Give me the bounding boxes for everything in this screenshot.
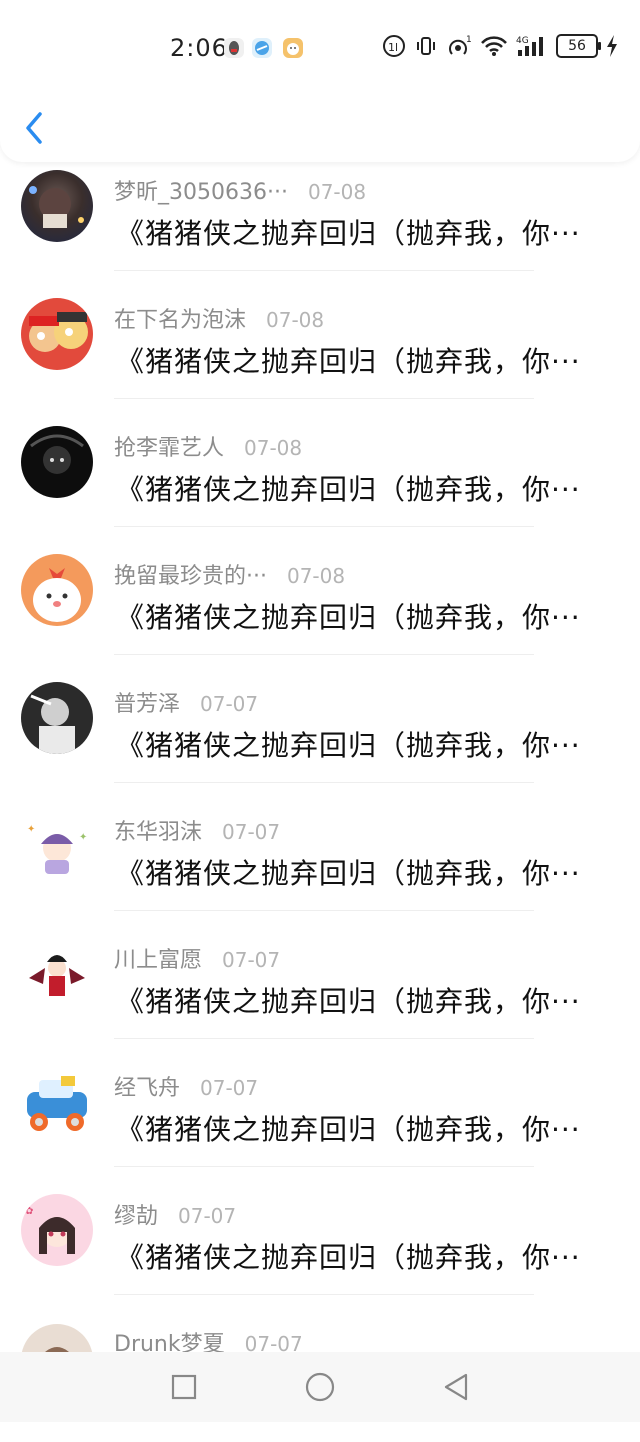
recent-apps-button[interactable]: [164, 1367, 204, 1407]
hotspot-icon: 1: [446, 34, 472, 58]
message-text: 《猪猪侠之抛弃回归（抛弃我，你···: [116, 985, 581, 1018]
divider: [114, 270, 534, 271]
message-text: 《猪猪侠之抛弃回归（抛弃我，你···: [116, 473, 581, 506]
avatar[interactable]: ✦ ✦: [21, 810, 93, 882]
back-button[interactable]: [20, 108, 50, 148]
post-date: 07-07: [222, 820, 281, 844]
divider: [114, 910, 534, 911]
list-item[interactable]: ✿ 缪劼 07-07 《猪猪侠之抛弃回归（抛弃我，你···: [0, 1186, 640, 1314]
divider: [114, 526, 534, 527]
author-name: 梦昕_3050636···: [114, 180, 288, 205]
divider: [114, 1038, 534, 1039]
list-item[interactable]: 普芳泽 07-07 《猪猪侠之抛弃回归（抛弃我，你···: [0, 674, 640, 802]
author-name: 普芳泽: [114, 692, 181, 717]
post-date: 07-07: [178, 1204, 237, 1228]
top-bar: 2:06 1l 1 4G 56: [0, 0, 640, 162]
author-name: 东华羽沫: [114, 820, 203, 845]
avatar[interactable]: [21, 426, 93, 498]
item-meta: 抢李霏艺人 07-08: [114, 430, 302, 462]
svg-text:✿: ✿: [25, 1206, 33, 1217]
author-name: 抢李霏艺人: [114, 436, 225, 461]
circle-icon: [305, 1372, 335, 1402]
system-back-button[interactable]: [436, 1367, 476, 1407]
svg-text:1l: 1l: [388, 41, 398, 54]
item-meta: 普芳泽 07-07: [114, 686, 258, 718]
hd-call-icon: 1l: [382, 34, 406, 58]
post-date: 07-07: [222, 948, 281, 972]
item-meta: 经飞舟 07-07: [114, 1070, 258, 1102]
list-item[interactable]: 挽留最珍贵的··· 07-08 《猪猪侠之抛弃回归（抛弃我，你···: [0, 546, 640, 674]
item-meta: 川上富愿 07-07: [114, 942, 280, 974]
author-name: 在下名为泡沫: [114, 308, 247, 333]
message-text: 《猪猪侠之抛弃回归（抛弃我，你···: [116, 1113, 581, 1146]
status-bar: 2:06 1l 1 4G 56: [0, 28, 640, 68]
item-meta: 在下名为泡沫 07-08: [114, 302, 324, 334]
clock: 2:06: [170, 34, 228, 62]
list-item[interactable]: 在下名为泡沫 07-08 《猪猪侠之抛弃回归（抛弃我，你···: [0, 290, 640, 418]
vibrate-icon: [414, 34, 438, 58]
browser-notification-icon: [252, 38, 272, 58]
avatar[interactable]: ✿: [21, 1194, 93, 1266]
author-name: 川上富愿: [114, 948, 203, 973]
triangle-back-icon: [444, 1373, 468, 1401]
message-text: 《猪猪侠之抛弃回归（抛弃我，你···: [116, 601, 581, 634]
system-nav-bar: [0, 1352, 640, 1422]
post-date: 07-07: [200, 692, 259, 716]
divider: [114, 1166, 534, 1167]
avatar[interactable]: [21, 554, 93, 626]
svg-text:✦: ✦: [79, 832, 87, 843]
svg-text:✦: ✦: [27, 824, 35, 835]
avatar[interactable]: [21, 1066, 93, 1138]
app-notification-icon: [224, 38, 244, 58]
wifi-icon: [480, 34, 508, 58]
cellular-signal-icon: 4G: [516, 34, 548, 58]
charging-icon: [606, 35, 618, 57]
avatar[interactable]: [21, 298, 93, 370]
item-meta: 挽留最珍贵的··· 07-08: [114, 558, 345, 590]
message-text: 《猪猪侠之抛弃回归（抛弃我，你···: [116, 857, 581, 890]
item-meta: 东华羽沫 07-07: [114, 814, 280, 846]
avatar[interactable]: [21, 682, 93, 754]
author-name: 缪劼: [114, 1204, 159, 1229]
post-date: 07-08: [244, 436, 303, 460]
divider: [114, 654, 534, 655]
list-item[interactable]: 梦昕_3050636··· 07-08 《猪猪侠之抛弃回归（抛弃我，你···: [0, 162, 640, 290]
divider: [114, 398, 534, 399]
post-date: 07-07: [200, 1076, 259, 1100]
post-date: 07-08: [307, 180, 367, 204]
message-text: 《猪猪侠之抛弃回归（抛弃我，你···: [116, 345, 581, 378]
list-item[interactable]: 川上富愿 07-07 《猪猪侠之抛弃回归（抛弃我，你···: [0, 930, 640, 1058]
post-date: 07-08: [266, 308, 325, 332]
battery-indicator: 56: [556, 34, 601, 58]
message-text: 《猪猪侠之抛弃回归（抛弃我，你···: [116, 1241, 581, 1274]
svg-text:1: 1: [466, 35, 472, 45]
avatar[interactable]: [21, 170, 93, 242]
chevron-left-icon: [26, 112, 42, 144]
message-text: 《猪猪侠之抛弃回归（抛弃我，你···: [116, 217, 581, 250]
list-item[interactable]: 抢李霏艺人 07-08 《猪猪侠之抛弃回归（抛弃我，你···: [0, 418, 640, 546]
divider: [114, 782, 534, 783]
item-meta: 梦昕_3050636··· 07-08: [114, 174, 366, 206]
author-name: 经飞舟: [114, 1076, 181, 1101]
message-text: 《猪猪侠之抛弃回归（抛弃我，你···: [116, 729, 581, 762]
post-date: 07-08: [286, 564, 346, 588]
author-name: 挽留最珍贵的···: [114, 564, 267, 589]
home-button[interactable]: [300, 1367, 340, 1407]
list-item[interactable]: ✦ ✦ 东华羽沫 07-07 《猪猪侠之抛弃回归（抛弃我，你···: [0, 802, 640, 930]
chat-notification-icon: [283, 38, 303, 58]
divider: [114, 1294, 534, 1295]
square-icon: [171, 1374, 197, 1400]
list-item[interactable]: 经飞舟 07-07 《猪猪侠之抛弃回归（抛弃我，你···: [0, 1058, 640, 1186]
avatar[interactable]: [21, 938, 93, 1010]
item-meta: 缪劼 07-07: [114, 1198, 236, 1230]
svg-text:4G: 4G: [516, 36, 529, 46]
